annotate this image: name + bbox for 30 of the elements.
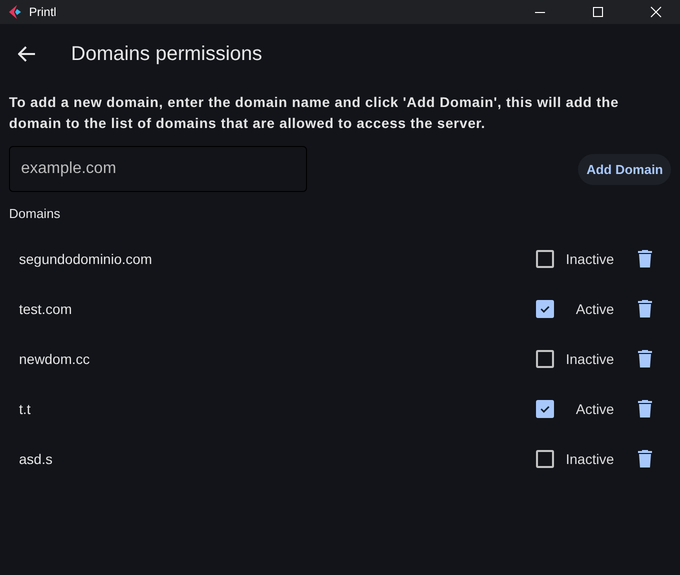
checkbox[interactable] [536, 450, 554, 468]
domain-name: test.com [19, 301, 73, 317]
checkbox[interactable] [536, 350, 554, 368]
delete-icon[interactable] [638, 450, 652, 468]
status-label: Inactive [564, 351, 614, 367]
page-title: Domains permissions [71, 42, 262, 66]
status-label: Inactive [564, 451, 614, 467]
back-arrow-icon[interactable] [18, 46, 36, 62]
domain-name: segundodominio.com [19, 251, 154, 267]
domain-name: t.t [19, 401, 32, 417]
checkbox[interactable] [536, 250, 554, 268]
status-label: Active [574, 301, 614, 317]
app-logo-icon [9, 5, 21, 19]
checkbox[interactable] [536, 300, 554, 318]
domain-name: newdom.cc [19, 351, 91, 367]
section-label: Domains [9, 206, 62, 221]
checkbox[interactable] [536, 400, 554, 418]
domain-input-field[interactable]: example.com [9, 146, 307, 192]
delete-icon[interactable] [638, 400, 652, 418]
add-domain-button[interactable]: Add Domain [578, 154, 671, 184]
delete-icon[interactable] [638, 350, 652, 368]
delete-icon[interactable] [638, 300, 652, 318]
instructions-text: To add a new domain, enter the domain name and click 'Add Domain', this will add the domain to the list of domains that are allowed to access the server. [9, 93, 620, 133]
status-label: Active [574, 401, 614, 417]
status-label: Inactive [564, 251, 614, 267]
domain-name: asd.s [19, 451, 54, 467]
close-icon[interactable] [650, 6, 662, 18]
window-title: Printl [29, 5, 56, 19]
maximize-icon[interactable] [592, 6, 604, 18]
delete-icon[interactable] [638, 250, 652, 268]
